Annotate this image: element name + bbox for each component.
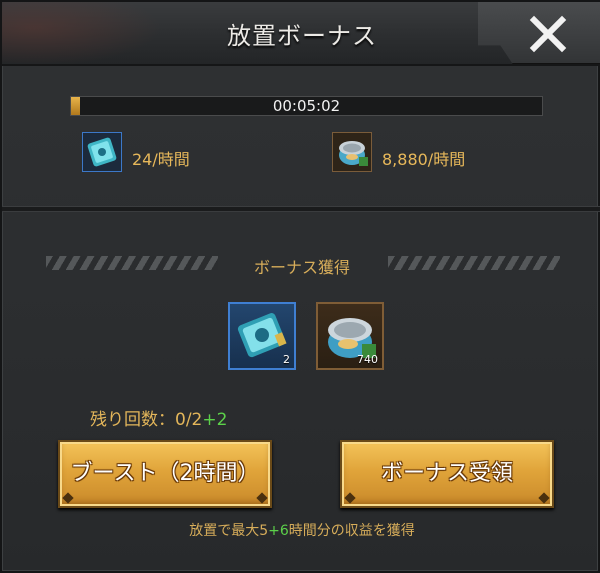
footer-bonus: +6	[268, 523, 289, 539]
footer-note: 放置で最大5+6時間分の収益を獲得	[2, 520, 600, 540]
reward-item-food[interactable]: 740	[316, 302, 384, 370]
footer-suffix: 時間分の収益を獲得	[288, 523, 415, 539]
idle-bonus-dialog: 放置ボーナス 00:05:02 24/時間 8,880/時間 ボーナス獲得 2 …	[0, 0, 600, 573]
idle-timer-bar: 00:05:02	[70, 96, 543, 116]
reward-count: 2	[283, 353, 290, 366]
boost-button[interactable]: ブースト（2時間）	[58, 440, 272, 508]
bonus-section-title: ボーナス獲得	[253, 258, 350, 277]
title-bar: 放置ボーナス	[2, 2, 600, 66]
remaining-count: 残り回数：0/2+2	[90, 405, 227, 430]
food-rate-text: 8,880/時間	[382, 150, 466, 169]
close-button[interactable]	[524, 10, 572, 58]
section-divider	[2, 206, 600, 212]
reward-item-card[interactable]: 2	[228, 302, 296, 370]
timer-value: 00:05:02	[272, 97, 341, 115]
close-icon	[529, 15, 567, 53]
card-icon	[82, 132, 122, 172]
claim-bonus-button[interactable]: ボーナス受領	[340, 440, 554, 508]
footer-prefix: 放置で最大5	[189, 523, 269, 539]
remaining-bonus: +2	[202, 410, 228, 430]
card-rate-text: 24/時間	[132, 150, 190, 169]
reward-count: 740	[357, 353, 378, 366]
food-can-icon	[332, 132, 372, 172]
remaining-label: 残り回数：0/2	[90, 410, 203, 430]
